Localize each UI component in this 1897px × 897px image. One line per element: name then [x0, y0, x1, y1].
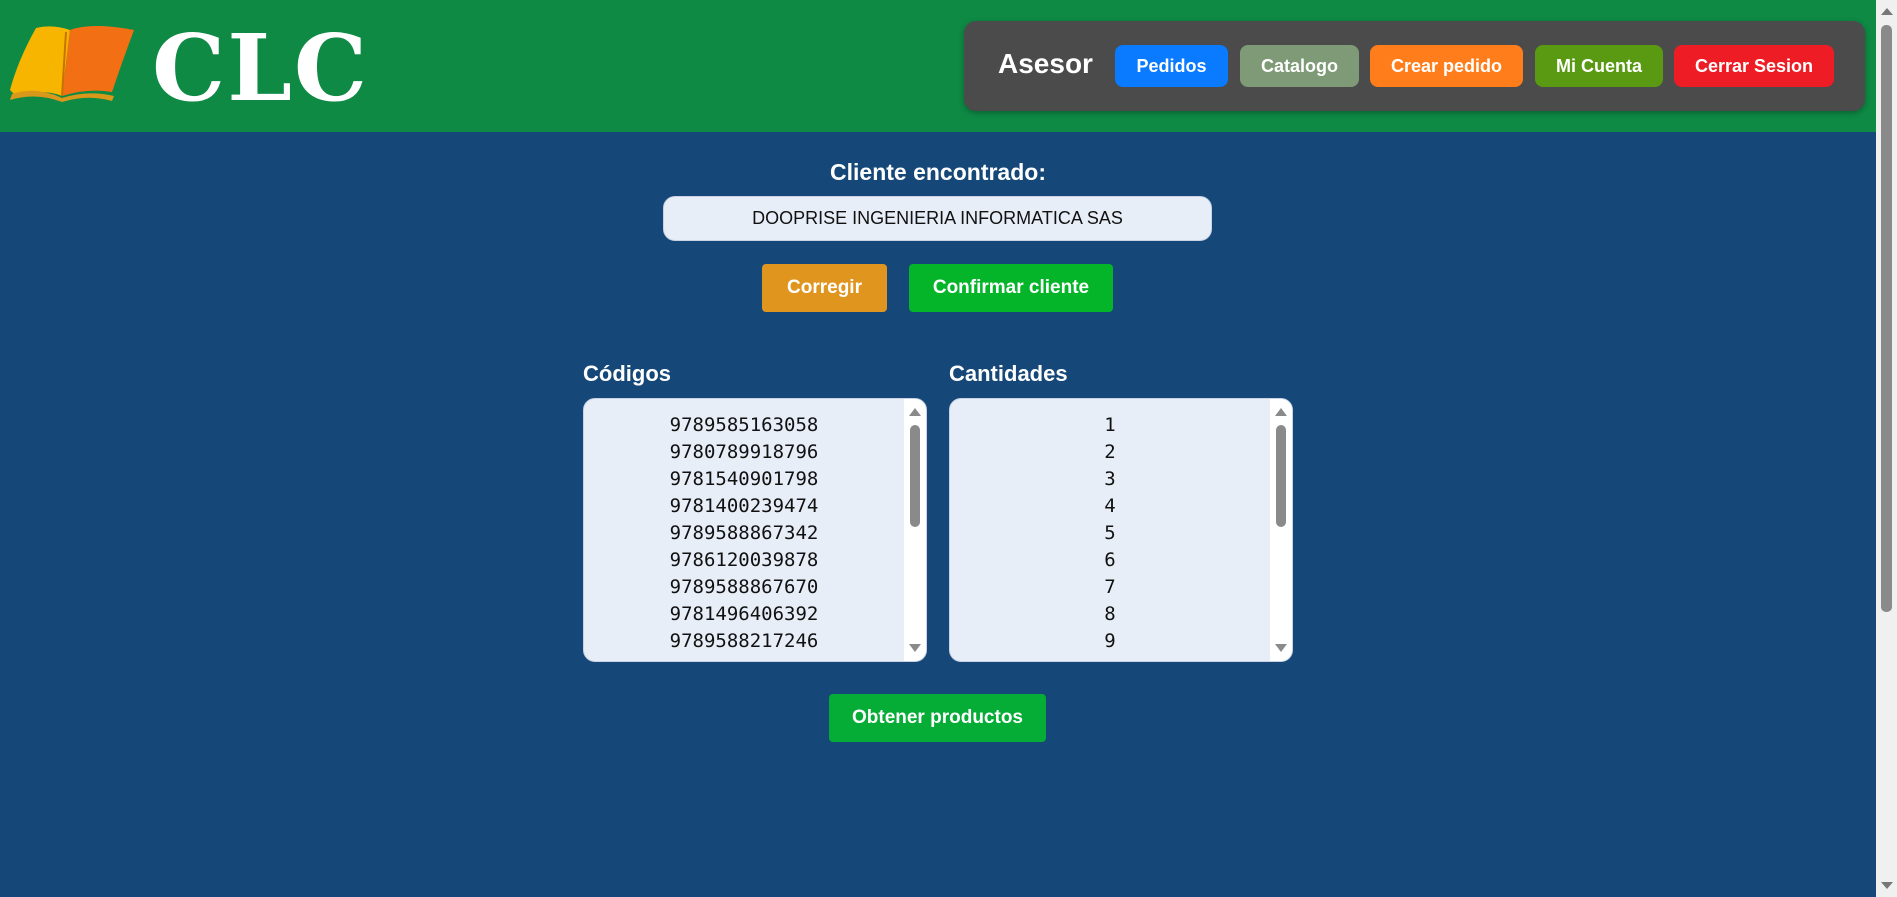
obtener-productos-button[interactable]: Obtener productos	[829, 694, 1046, 742]
cantidades-list: 1 2 3 4 5 6 7 8 9	[950, 412, 1270, 655]
cantidades-textarea[interactable]: 1 2 3 4 5 6 7 8 9	[949, 398, 1293, 662]
confirmar-cliente-button[interactable]: Confirmar cliente	[909, 264, 1113, 312]
cantidades-scrollbar[interactable]	[1270, 399, 1292, 661]
codigo-line: 9781400239474	[669, 495, 819, 517]
cantidad-line: 4	[1104, 495, 1116, 517]
page-scroll-up-arrow-icon[interactable]	[1881, 8, 1893, 15]
pedidos-button[interactable]: Pedidos	[1115, 45, 1228, 87]
cantidad-line: 3	[1104, 468, 1116, 490]
codigo-line: 9789588867342	[669, 522, 819, 544]
catalogo-button[interactable]: Catalogo	[1240, 45, 1359, 87]
codigo-line: 9781540901798	[669, 468, 819, 490]
logo-text: CLC	[152, 14, 370, 122]
open-book-icon	[10, 26, 134, 102]
cantidad-line: 7	[1104, 576, 1116, 598]
nav-bar: Asesor Pedidos Catalogo Crear pedido Mi …	[964, 21, 1865, 111]
codigo-line: 9789585163058	[669, 414, 819, 436]
scroll-thumb[interactable]	[1276, 425, 1286, 527]
codigos-textarea[interactable]: 9789585163058 9780789918796 978154090179…	[583, 398, 927, 662]
page-scrollbar[interactable]	[1876, 0, 1897, 897]
codigo-line: 9781496406392	[669, 603, 819, 625]
user-role: Asesor	[998, 48, 1093, 79]
codigos-list: 9789585163058 9780789918796 978154090179…	[584, 412, 904, 655]
cantidad-line: 5	[1104, 522, 1116, 544]
scroll-down-arrow-icon[interactable]	[909, 644, 921, 652]
cliente-label: Cliente encontrado:	[830, 159, 1046, 185]
scroll-up-arrow-icon[interactable]	[909, 408, 921, 416]
header: CLC Asesor Pedidos Catalogo Crear pedido…	[0, 0, 1876, 132]
logo[interactable]: CLC	[8, 18, 367, 118]
cantidad-line: 2	[1104, 441, 1116, 463]
scroll-up-arrow-icon[interactable]	[1275, 408, 1287, 416]
cantidad-line: 6	[1104, 549, 1116, 571]
codigos-label: Códigos	[583, 361, 671, 386]
page: CLC Asesor Pedidos Catalogo Crear pedido…	[0, 0, 1897, 897]
cantidades-label: Cantidades	[949, 361, 1068, 386]
corregir-button[interactable]: Corregir	[762, 264, 887, 312]
scroll-down-arrow-icon[interactable]	[1275, 644, 1287, 652]
crear-pedido-button[interactable]: Crear pedido	[1370, 45, 1523, 87]
scroll-thumb[interactable]	[910, 425, 920, 527]
cerrar-sesion-button[interactable]: Cerrar Sesion	[1674, 45, 1834, 87]
page-scroll-thumb[interactable]	[1881, 25, 1892, 612]
codigo-line: 9789588867670	[669, 576, 819, 598]
codigo-line: 9786120039878	[669, 549, 819, 571]
cantidad-line: 8	[1104, 603, 1116, 625]
cantidad-line: 1	[1104, 414, 1116, 436]
mi-cuenta-button[interactable]: Mi Cuenta	[1535, 45, 1663, 87]
page-scroll-down-arrow-icon[interactable]	[1881, 882, 1893, 889]
codigos-scrollbar[interactable]	[904, 399, 926, 661]
codigo-line: 9780789918796	[669, 441, 819, 463]
codigo-line: 9789588217246	[669, 630, 819, 652]
cantidad-line: 9	[1104, 630, 1116, 652]
cliente-input[interactable]	[663, 196, 1212, 241]
